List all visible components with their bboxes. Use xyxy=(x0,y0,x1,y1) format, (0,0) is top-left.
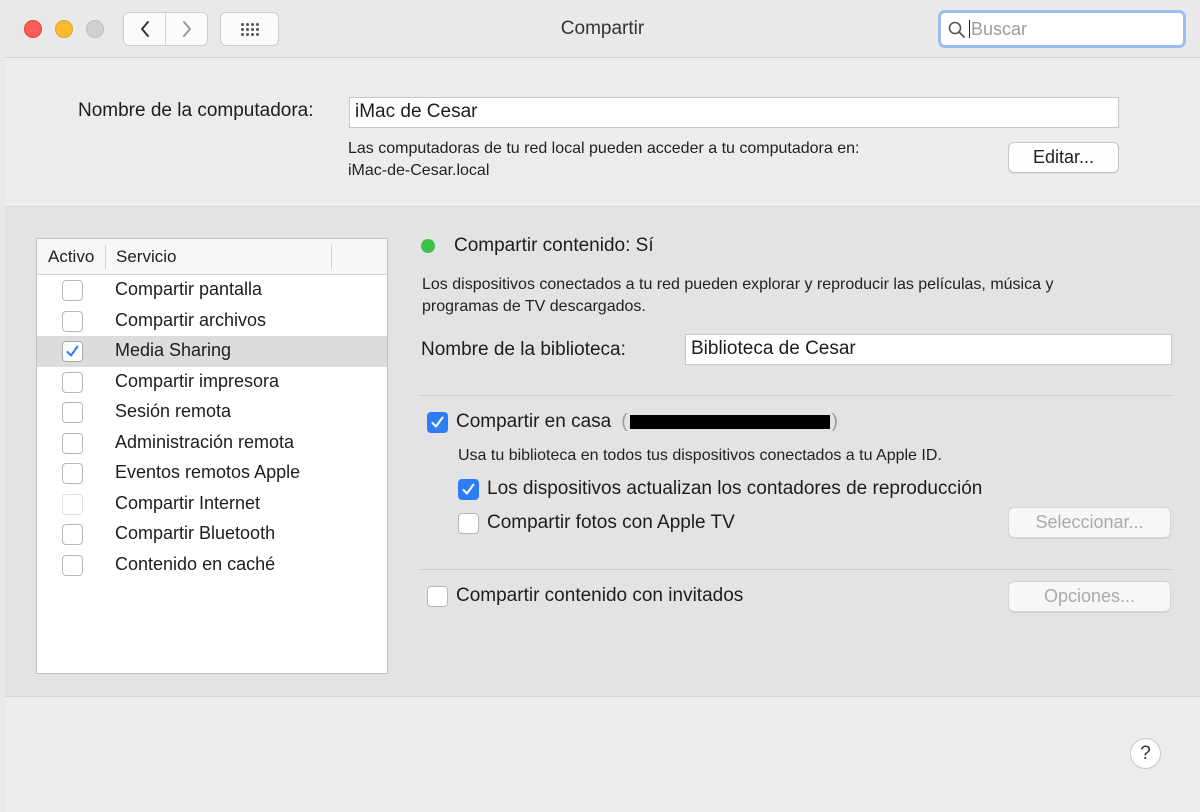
share-photos-label: Compartir fotos con Apple TV xyxy=(487,512,735,533)
apple-id-account: () xyxy=(621,411,838,433)
home-sharing-description: Usa tu biblioteca en todos tus dispositi… xyxy=(458,447,942,464)
redacted-apple-id xyxy=(629,414,830,429)
media-sharing-description-line1: Los dispositivos conectados a tu red pue… xyxy=(422,276,1054,293)
service-checkbox[interactable] xyxy=(62,402,83,423)
play-count-label: Los dispositivos actualizan los contador… xyxy=(487,478,983,499)
edit-name-button[interactable]: Editar... xyxy=(1008,142,1119,173)
service-label: Compartir impresora xyxy=(115,370,280,391)
apple-id-paren-close: ) xyxy=(831,411,838,432)
media-sharing-status: Compartir contenido: Sí xyxy=(454,235,654,256)
home-sharing-option[interactable]: Compartir en casa () xyxy=(427,411,838,433)
services-list: Activo Servicio Compartir pantalla Compa… xyxy=(36,238,388,674)
sharing-panel: Activo Servicio Compartir pantalla Compa… xyxy=(5,206,1200,697)
service-checkbox[interactable] xyxy=(62,432,83,454)
computer-name-label: Nombre de la computadora: xyxy=(78,100,314,121)
home-sharing-checkbox[interactable] xyxy=(427,411,448,433)
service-checkbox[interactable] xyxy=(62,310,83,332)
service-row-compartir-pantalla[interactable]: Compartir pantalla xyxy=(37,275,387,306)
text-caret xyxy=(969,20,970,38)
service-label: Compartir archivos xyxy=(115,309,267,330)
media-sharing-description-line2: programas de TV descargados. xyxy=(422,298,646,315)
service-row-eventos-remotos-apple[interactable]: Eventos remotos Apple xyxy=(37,458,387,489)
sharing-preferences-window: Compartir Buscar Nombre de la computador… xyxy=(5,0,1200,812)
section-divider xyxy=(419,569,1173,570)
service-label: Eventos remotos Apple xyxy=(115,462,301,482)
service-row-compartir-archivos[interactable]: Compartir archivos xyxy=(37,306,387,337)
service-checkbox[interactable] xyxy=(62,280,83,301)
library-name-input[interactable]: Biblioteca de Cesar xyxy=(685,334,1172,365)
play-count-checkbox[interactable] xyxy=(458,478,479,500)
service-row-compartir-impresora[interactable]: Compartir impresora xyxy=(37,367,387,398)
share-photos-appletv-option[interactable]: Compartir fotos con Apple TV xyxy=(458,512,735,534)
service-row-sesion-remota[interactable]: Sesión remota xyxy=(37,397,387,428)
service-label: Sesión remota xyxy=(115,401,232,421)
search-icon xyxy=(948,21,965,38)
column-separator xyxy=(105,245,106,269)
play-count-option[interactable]: Los dispositivos actualizan los contador… xyxy=(458,478,982,500)
home-sharing-label: Compartir en casa xyxy=(456,411,612,432)
library-name-label: Nombre de la biblioteca: xyxy=(421,339,626,360)
computer-name-input[interactable]: iMac de Cesar xyxy=(349,97,1119,128)
guest-sharing-option[interactable]: Compartir contenido con invitados xyxy=(427,585,743,607)
checkmark-icon xyxy=(431,416,444,427)
guest-sharing-label: Compartir contenido con invitados xyxy=(456,585,744,606)
options-button[interactable]: Opciones... xyxy=(1008,581,1171,612)
checkmark-icon xyxy=(66,345,79,357)
window-toolbar: Compartir Buscar xyxy=(5,0,1200,58)
apple-id-paren-open: ( xyxy=(621,411,628,432)
service-row-media-sharing[interactable]: Media Sharing xyxy=(37,336,387,367)
select-photos-button[interactable]: Seleccionar... xyxy=(1008,507,1171,538)
service-label: Compartir pantalla xyxy=(115,279,263,299)
share-photos-checkbox[interactable] xyxy=(458,512,479,534)
column-separator xyxy=(331,245,332,269)
service-row-contenido-en-cache[interactable]: Contenido en caché xyxy=(37,550,387,581)
computer-name-description-line1: Las computadoras de tu red local pueden … xyxy=(348,140,860,157)
column-header-service[interactable]: Servicio xyxy=(116,247,176,267)
service-checkbox[interactable] xyxy=(62,493,83,515)
service-checkbox[interactable] xyxy=(62,463,83,484)
section-divider xyxy=(419,395,1173,396)
help-button[interactable]: ? xyxy=(1130,738,1161,769)
service-label: Compartir Bluetooth xyxy=(115,523,276,543)
guest-sharing-checkbox[interactable] xyxy=(427,585,448,607)
service-checkbox[interactable] xyxy=(62,524,83,545)
service-checkbox[interactable] xyxy=(62,554,83,576)
service-label: Administración remota xyxy=(115,431,295,452)
service-row-compartir-bluetooth[interactable]: Compartir Bluetooth xyxy=(37,519,387,550)
checkmark-icon xyxy=(462,483,475,494)
service-label: Contenido en caché xyxy=(115,553,276,574)
computer-name-description: Las computadoras de tu red local pueden … xyxy=(348,138,859,182)
services-list-header: Activo Servicio xyxy=(37,239,387,275)
service-checkbox[interactable] xyxy=(62,371,83,393)
service-row-compartir-internet[interactable]: Compartir Internet xyxy=(37,489,387,520)
media-sharing-description: Los dispositivos conectados a tu red pue… xyxy=(422,274,1162,318)
status-indicator xyxy=(421,239,435,253)
column-header-active[interactable]: Activo xyxy=(48,247,94,267)
service-row-administracion-remota[interactable]: Administración remota xyxy=(37,428,387,459)
search-placeholder: Buscar xyxy=(971,19,1028,39)
service-checkbox[interactable] xyxy=(62,341,83,362)
search-field[interactable]: Buscar xyxy=(938,10,1186,48)
service-label: Compartir Internet xyxy=(115,492,261,513)
computer-local-address: iMac-de-Cesar.local xyxy=(348,162,490,179)
service-label: Media Sharing xyxy=(115,340,232,360)
